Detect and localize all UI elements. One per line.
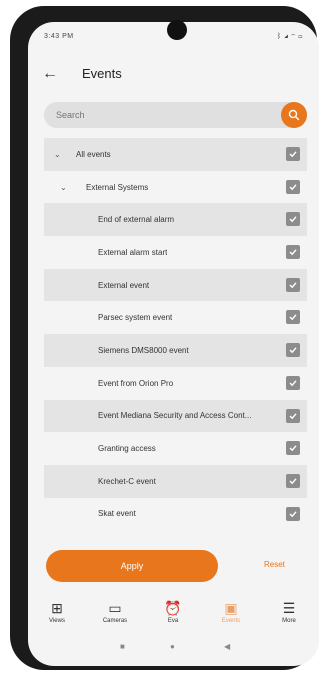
- event-tree-list: ⌄ All events ⌄ External Systems End of exter…: [44, 138, 307, 548]
- checkmark-icon: [289, 347, 297, 354]
- nav-item-label: Eva: [167, 618, 179, 624]
- search-button[interactable]: [281, 102, 307, 128]
- checkbox[interactable]: [286, 375, 300, 390]
- tree-row-label: Event Mediana Security and Access Cont..…: [98, 411, 252, 421]
- system-nav-bar: ■ ● ◀: [28, 638, 319, 658]
- tree-row-label: Siemens DMS8000 event: [98, 345, 189, 355]
- recents-icon[interactable]: ■: [120, 642, 125, 651]
- checkmark-icon: [289, 412, 297, 419]
- home-icon[interactable]: ●: [170, 642, 175, 651]
- checkmark-icon: [289, 445, 297, 452]
- checkbox[interactable]: [286, 277, 300, 292]
- checkmark-icon: [289, 510, 297, 517]
- menu-icon: ☰: [282, 600, 296, 616]
- checkmark-icon: [289, 478, 297, 485]
- events-icon: ▣: [224, 600, 238, 616]
- checkbox[interactable]: [286, 408, 300, 423]
- tree-row-label: Parsec system event: [98, 313, 173, 323]
- tree-row-label: Krechet-C event: [98, 476, 156, 486]
- checkbox[interactable]: [286, 245, 300, 260]
- phone-frame: 3:43 PM ᛒ ◢ ◠ ▭ ← Events ⌄ All events ⌄ Ext…: [10, 6, 319, 670]
- checkbox[interactable]: [286, 343, 300, 358]
- nav-item-eva[interactable]: ⏰ Eva: [144, 594, 202, 634]
- app-screen: 3:43 PM ᛒ ◢ ◠ ▭ ← Events ⌄ All events ⌄ Ext…: [28, 22, 319, 666]
- tree-row[interactable]: Granting access: [44, 432, 307, 465]
- tree-row[interactable]: Krechet-C event: [44, 464, 307, 498]
- tree-row[interactable]: Parsec system event: [44, 301, 307, 334]
- checkbox[interactable]: [286, 310, 300, 325]
- tree-row-label: External event: [98, 280, 150, 290]
- tree-row[interactable]: Skat event: [44, 498, 307, 531]
- tree-row-label: Skat event: [98, 509, 136, 519]
- tree-row-label: External Systems: [86, 182, 149, 192]
- tree-row[interactable]: External event: [44, 268, 307, 302]
- checkbox[interactable]: [286, 473, 300, 488]
- tree-row[interactable]: ⌄ All events: [44, 138, 307, 171]
- tree-row[interactable]: Event from Orion Pro: [44, 367, 307, 400]
- status-icons: ᛒ ◢ ◠ ▭: [276, 33, 303, 40]
- checkmark-icon: [289, 151, 297, 158]
- nav-item-cameras[interactable]: ▭ Cameras: [86, 594, 144, 634]
- tree-row-label: Granting access: [98, 444, 156, 454]
- tree-row[interactable]: External alarm start: [44, 236, 307, 269]
- status-time: 3:43 PM: [44, 33, 74, 40]
- tree-row-label: All events: [76, 149, 111, 159]
- search-input[interactable]: [56, 102, 276, 128]
- nav-item-more[interactable]: ☰ More: [260, 594, 318, 634]
- expand-chevron-icon[interactable]: ⌄: [60, 183, 67, 192]
- checkmark-icon: [289, 380, 297, 387]
- nav-item-events[interactable]: ▣ Events: [202, 594, 260, 634]
- checkbox[interactable]: [286, 441, 300, 456]
- tree-row[interactable]: Event Mediana Security and Access Cont..…: [44, 399, 307, 433]
- expand-chevron-icon[interactable]: ⌄: [54, 150, 61, 159]
- checkmark-icon: [289, 216, 297, 223]
- nav-item-label: More: [282, 618, 296, 624]
- nav-item-label: Views: [49, 618, 65, 624]
- alarm-clock-icon: ⏰: [164, 600, 182, 616]
- checkbox[interactable]: [286, 179, 300, 194]
- checkbox[interactable]: [286, 147, 300, 161]
- checkmark-icon: [289, 314, 297, 321]
- tree-row-label: External alarm start: [98, 247, 168, 257]
- front-camera: [167, 20, 187, 40]
- checkmark-icon: [289, 249, 297, 256]
- camera-icon: ▭: [108, 600, 122, 616]
- app-header: ← Events: [28, 60, 319, 92]
- grid-icon: ⊞: [51, 600, 63, 616]
- tree-row-label: Event from Orion Pro: [98, 378, 174, 388]
- nav-item-label: Events: [221, 618, 241, 624]
- bottom-nav: ⊞ Views ▭ Cameras ⏰ Eva ▣ Events ☰ More: [28, 594, 319, 634]
- nav-item-views[interactable]: ⊞ Views: [28, 594, 86, 634]
- checkmark-icon: [289, 282, 297, 288]
- tree-row-label: End of external alarm: [98, 215, 175, 225]
- back-nav-icon[interactable]: ◀: [224, 642, 230, 651]
- reset-button[interactable]: Reset: [264, 560, 285, 569]
- checkbox[interactable]: [286, 506, 300, 521]
- page-title: Events: [82, 66, 122, 81]
- search-icon: [288, 109, 300, 121]
- search-bar: [44, 102, 307, 128]
- tree-row[interactable]: End of external alarm: [44, 203, 307, 237]
- back-arrow-icon[interactable]: ←: [42, 64, 58, 84]
- checkmark-icon: [289, 184, 297, 190]
- tree-row[interactable]: ⌄ External Systems: [44, 171, 307, 204]
- apply-button[interactable]: Apply: [46, 550, 218, 582]
- checkbox[interactable]: [286, 212, 300, 227]
- nav-item-label: Cameras: [102, 618, 128, 624]
- tree-row[interactable]: Siemens DMS8000 event: [44, 334, 307, 367]
